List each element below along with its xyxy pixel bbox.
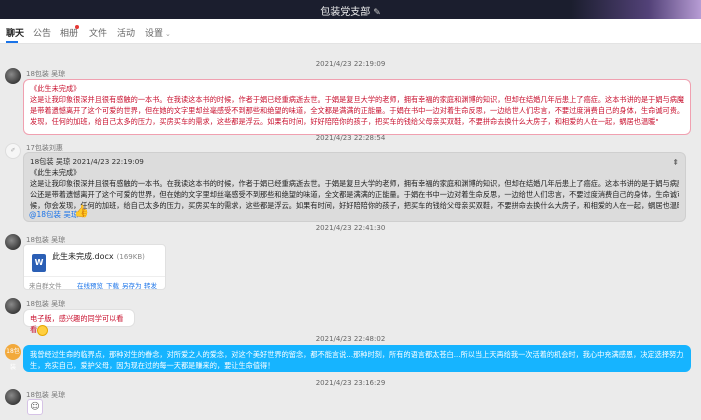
sender-name: 18包装 吴琼 <box>26 300 66 308</box>
message-line: 候，你会发现，任何的加班，给自己太多的压力，买房买车的需求，这些都是浮云。如果有… <box>30 201 679 210</box>
timestamp: 2021/4/23 23:16:29 <box>315 379 386 387</box>
edit-icon[interactable]: ✎ <box>373 8 381 18</box>
message-line: 是带着遗憾离开了这个可爱的世界，但在她的文字里却丝毫感受不到那些和绝望的味道，全… <box>30 106 684 115</box>
message-bubble[interactable]: 电子版，感兴趣的同学可以看看 <box>23 309 135 336</box>
chat-area[interactable]: 2021/4/23 22:19:09 18包装 吴琼 《此生未完成》 这是让我印… <box>0 44 701 420</box>
tab-chat[interactable]: 聊天 <box>6 26 24 39</box>
window-title: 包装党支部 <box>320 7 371 18</box>
avatar[interactable] <box>5 234 21 250</box>
title-decoration <box>571 0 701 19</box>
file-name-wrap: 此生未完成.docx (169KB) <box>52 251 145 262</box>
file-actions: 来自群文件 在线预览 下载 另存为 转发 <box>24 276 165 290</box>
message-title: 《此生未完成》 <box>30 168 81 177</box>
album-new-badge <box>75 25 79 29</box>
reply-bubble[interactable]: 18包装 吴琼 2021/4/23 22:19:09 《此生未完成》 这是让我印… <box>23 152 686 222</box>
file-name: 此生未完成.docx <box>52 252 114 261</box>
tab-settings[interactable]: 设置 ⌄ <box>145 26 171 39</box>
sender-name: 18包装 吴琼 <box>26 70 66 78</box>
message-line: 发现，任何的加班，给自己太多的压力，买房买车的需求，这些都是浮云。如果有时间，好… <box>30 117 659 126</box>
preview-link[interactable]: 在线预览 <box>77 280 103 290</box>
avatar[interactable]: 18包装 <box>5 344 21 371</box>
message-line: 这是让我印象很深并且很有感触的一本书。在我读这本书的时候，作者于娟已经重病逝去世… <box>30 95 684 104</box>
message-bubble[interactable]: 《此生未完成》 这是让我印象很深并且很有感触的一本书。在我读这本书的时候，作者于… <box>23 79 691 135</box>
message-line: 公还是带着遗憾离开了这个可爱的世界，但在她的文字里却丝毫感受不到那些和绝望的味道… <box>30 190 679 199</box>
word-file-icon: W <box>32 254 46 272</box>
tab-bar: 聊天 公告 相册 文件 活动 设置 ⌄ <box>0 19 701 44</box>
message-bubble[interactable]: 我曾经过生命的临界点，那种对生的眷念，对所爱之人的爱念，对这个美好世界的留念，都… <box>23 345 691 372</box>
thumbs-up-icon: 👍 <box>74 204 89 218</box>
message-line: 我曾经过生命的临界点，那种对生的眷念，对所爱之人的爱念，对这个美好世界的留念，都… <box>30 350 684 359</box>
timestamp: 2021/4/23 22:41:30 <box>315 224 386 232</box>
active-tab-indicator <box>6 41 18 43</box>
timestamp: 2021/4/23 22:48:02 <box>315 335 386 343</box>
tab-announcements[interactable]: 公告 <box>33 26 51 39</box>
sticker-icon[interactable]: ☺ <box>27 399 43 415</box>
file-source: 来自群文件 <box>29 282 62 290</box>
tab-files[interactable]: 文件 <box>89 26 107 39</box>
timestamp: 2021/4/23 22:19:09 <box>315 60 386 68</box>
download-link[interactable]: 下载 <box>106 280 119 290</box>
quote-header: 18包装 吴琼 2021/4/23 22:19:09 <box>30 157 144 166</box>
forward-link[interactable]: 转发 <box>144 280 157 290</box>
mention-link[interactable]: @18包装 吴琼 <box>29 209 78 220</box>
pin-icon[interactable]: ⇞ <box>672 157 679 168</box>
chevron-down-icon: ⌄ <box>165 30 171 38</box>
avatar[interactable] <box>5 389 21 405</box>
title-bar: 包装党支部 ✎ <box>0 0 701 19</box>
avatar[interactable] <box>5 68 21 84</box>
tab-activities[interactable]: 活动 <box>117 26 135 39</box>
file-size: (169KB) <box>116 253 145 261</box>
tab-settings-label: 设置 <box>145 29 164 39</box>
avatar[interactable]: ✐ <box>5 143 21 159</box>
message-title: 《此生未完成》 <box>30 84 81 93</box>
timestamp: 2021/4/23 22:28:54 <box>315 134 386 142</box>
message-line: 生，充实自己，爱护父母，因为现在过的每一天都是赚来的，要让生命值得！ <box>30 361 275 370</box>
smile-emoji-icon <box>37 324 49 336</box>
file-card[interactable]: W 此生未完成.docx (169KB) 来自群文件 在线预览 下载 另存为 转发 <box>23 244 166 290</box>
save-as-link[interactable]: 另存为 <box>122 280 142 290</box>
message-line: 这是让我印象很深并且很有感触的一本书。在我读这本书的时候，作者于娟已经重病逝去世… <box>30 179 679 188</box>
avatar[interactable] <box>5 298 21 314</box>
